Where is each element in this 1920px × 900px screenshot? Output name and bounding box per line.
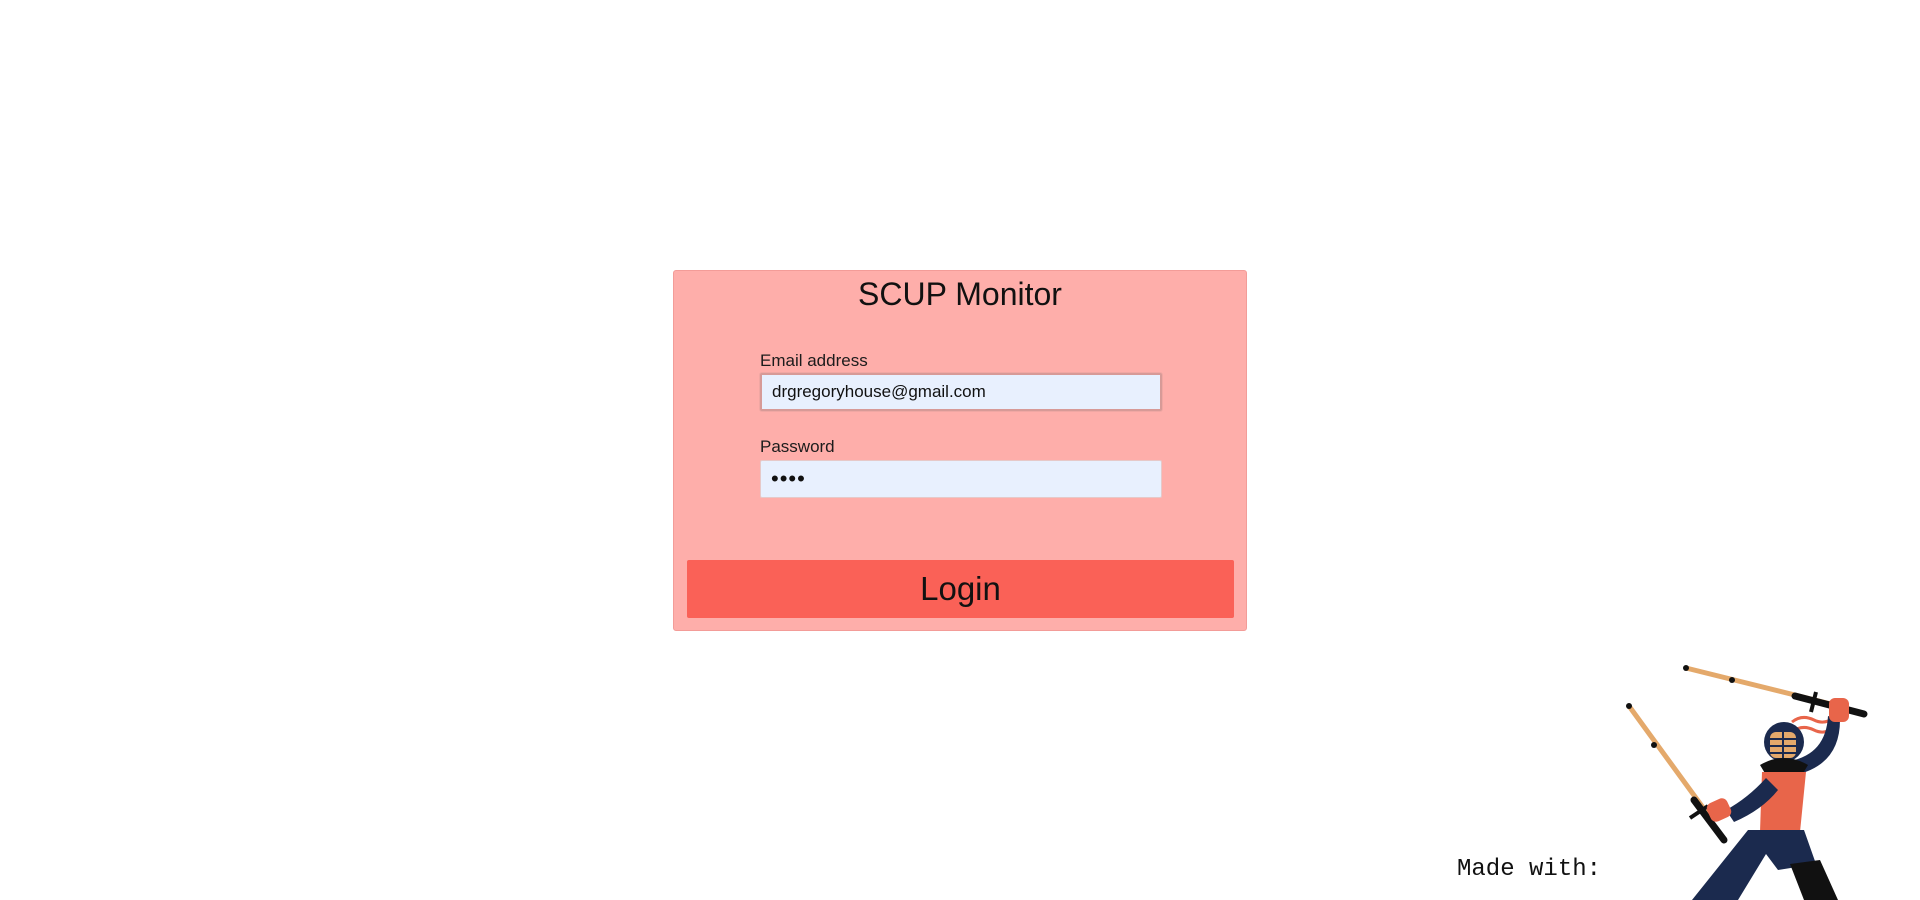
- made-with-text: Made with:: [1457, 856, 1602, 883]
- password-label: Password: [760, 437, 835, 456]
- login-card: SCUP Monitor Email address Password Logi…: [673, 270, 1247, 631]
- email-label: Email address: [760, 351, 868, 370]
- app-title: SCUP Monitor: [858, 276, 1062, 312]
- email-input[interactable]: [760, 373, 1162, 411]
- kendo-samurai-icon: [1626, 665, 1868, 900]
- login-button[interactable]: Login: [687, 560, 1234, 618]
- password-input[interactable]: [760, 460, 1162, 498]
